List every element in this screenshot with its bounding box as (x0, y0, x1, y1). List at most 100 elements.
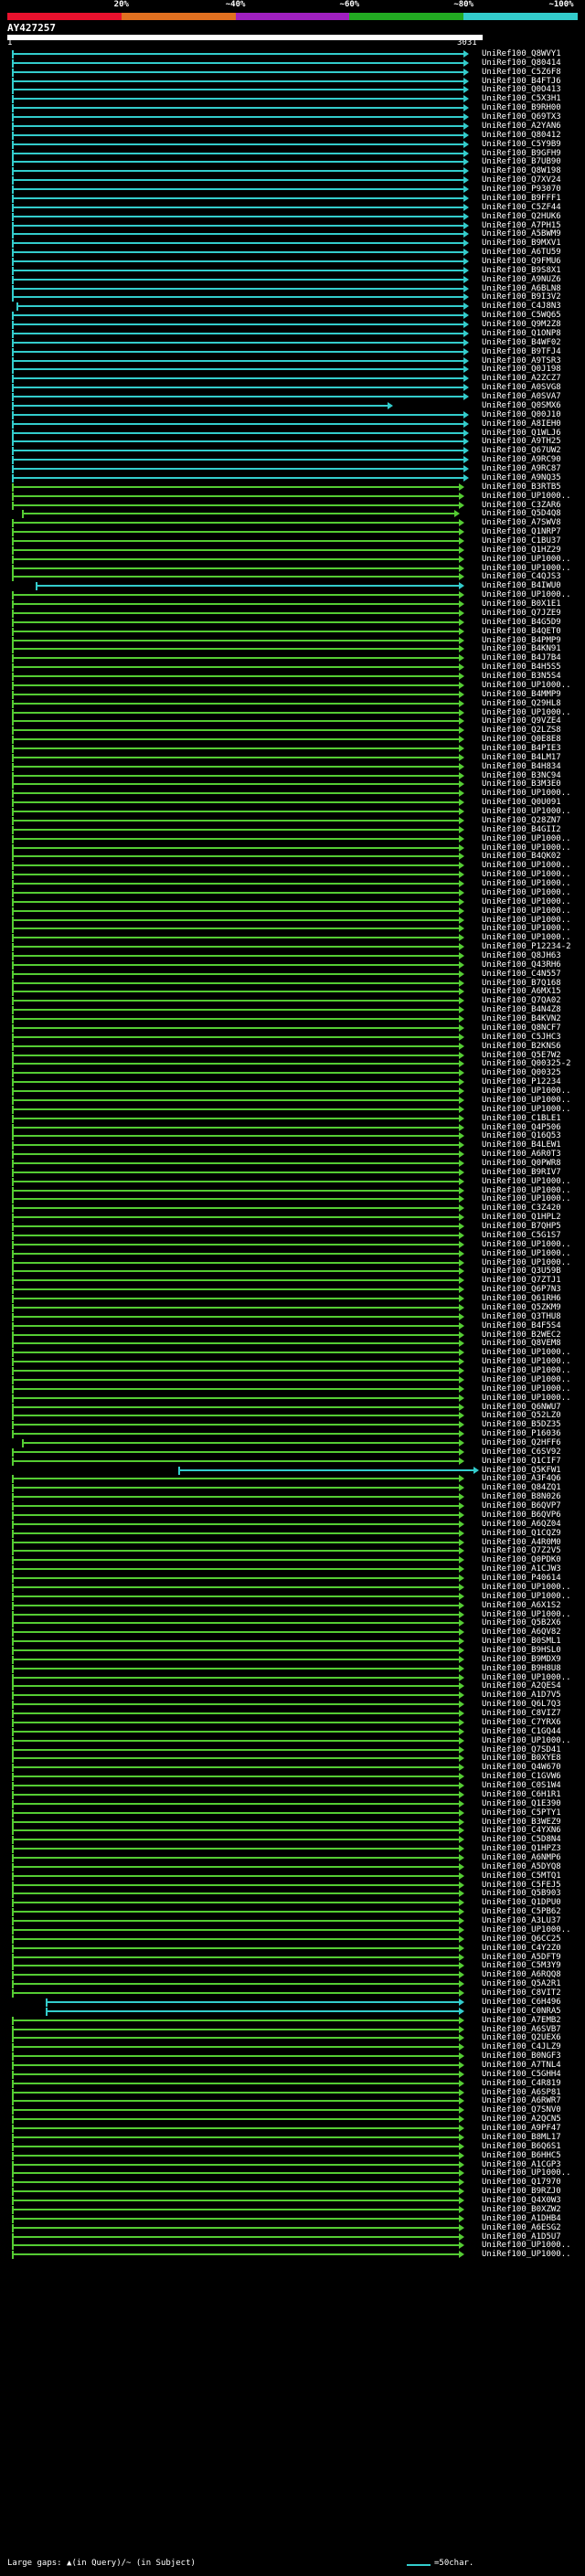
hit-arrow-icon (463, 456, 470, 464)
hit-alignment-line (12, 1739, 459, 1742)
hit-arrow-icon (463, 410, 470, 419)
hit-arrow-icon (459, 1854, 464, 1861)
hit-alignment-line (12, 2181, 459, 2184)
hit-arrow-icon (459, 1430, 464, 1438)
hit-alignment-line (12, 855, 459, 858)
hit-arrow-icon (463, 473, 470, 482)
hit-arrow-icon (459, 862, 464, 870)
hit-alignment-line (12, 963, 459, 966)
hit-arrow-icon (459, 681, 464, 689)
hit-arrow-icon (463, 230, 470, 239)
hit-alignment-line (12, 711, 459, 714)
hit-arrow-icon (459, 600, 464, 609)
hit-arrow-icon (459, 645, 464, 653)
hit-alignment-line (12, 1207, 459, 1210)
hit-arrow-icon (459, 1096, 464, 1104)
hit-arrow-icon (459, 888, 464, 896)
hit-arrow-icon (459, 2070, 464, 2078)
hit-alignment-line (12, 1279, 459, 1282)
hit-alignment-line (12, 1162, 459, 1164)
hit-alignment-line (12, 89, 464, 91)
hit-arrow-icon (459, 1727, 464, 1735)
hit-alignment-line (12, 2172, 459, 2175)
hit-alignment-line (12, 1559, 459, 1562)
hit-alignment-line (12, 1171, 459, 1173)
hit-alignment-line (12, 1189, 459, 1192)
hit-arrow-icon (459, 591, 464, 599)
hit-arrow-icon (459, 1060, 464, 1068)
hit-alignment-line (12, 594, 459, 597)
hit-arrow-icon (459, 1105, 464, 1113)
hit-arrow-icon (459, 1340, 464, 1348)
hit-arrow-icon (463, 140, 470, 148)
hit-row[interactable]: UniRef100_UP1000.. (0, 2250, 585, 2260)
hit-arrow-icon (459, 2088, 464, 2096)
hit-arrow-icon (459, 753, 464, 761)
hit-alignment-line (12, 874, 459, 876)
hit-arrow-icon (459, 1736, 464, 1744)
hit-alignment-line (12, 1522, 459, 1525)
hit-arrow-icon (459, 1935, 464, 1943)
hit-alignment-line (12, 1342, 459, 1345)
hit-arrow-icon (463, 275, 470, 283)
hit-alignment-line (12, 1505, 459, 1508)
hit-alignment-line (12, 539, 459, 542)
hit-alignment-line (12, 1757, 459, 1760)
hit-alignment-line (12, 404, 388, 407)
hit-arrow-icon (459, 1628, 464, 1637)
hit-arrow-icon (463, 50, 470, 58)
hit-alignment-line (12, 1433, 459, 1436)
hit-arrow-icon (459, 1312, 464, 1320)
hit-arrow-icon (459, 1123, 464, 1131)
hit-alignment-line (12, 450, 464, 452)
hit-arrow-icon (459, 2016, 464, 2024)
scale-segment (235, 13, 350, 20)
hit-arrow-icon (459, 1971, 464, 1979)
hit-alignment-line (12, 1829, 459, 1832)
hit-arrow-icon (459, 1574, 464, 1583)
hit-alignment-line (12, 323, 464, 326)
hit-arrow-icon (459, 1592, 464, 1600)
hit-arrow-icon (459, 2223, 464, 2231)
hit-arrow-icon (459, 2052, 464, 2061)
hit-arrow-icon (459, 1240, 464, 1248)
hit-alignment-line (12, 1450, 459, 1453)
hit-alignment-line (12, 152, 464, 154)
hit-arrow-icon (459, 1295, 464, 1303)
hit-arrow-icon (459, 2043, 464, 2051)
hit-arrow-icon (459, 1881, 464, 1889)
hit-arrow-icon (459, 744, 464, 752)
hit-alignment-line (12, 2235, 459, 2238)
hit-alignment-line (12, 296, 464, 299)
hit-alignment-line (12, 1703, 459, 1706)
hit-alignment-line (12, 883, 459, 885)
hit-arrow-icon (459, 1908, 464, 1916)
hit-alignment-line (12, 476, 464, 479)
hit-arrow-icon (459, 2025, 464, 2033)
hit-arrow-icon (463, 447, 470, 455)
hit-alignment-line (12, 2100, 459, 2103)
hit-alignment-line (12, 2163, 459, 2166)
hit-arrow-icon (459, 636, 464, 644)
hit-label[interactable]: UniRef100_UP1000.. (482, 2250, 571, 2260)
hit-alignment-line (12, 1352, 459, 1354)
hit-alignment-line (12, 576, 459, 578)
hit-alignment-line (12, 693, 459, 695)
hit-arrow-icon (463, 68, 470, 76)
hit-arrow-icon (459, 1818, 464, 1826)
hit-arrow-icon (459, 1565, 464, 1574)
hit-arrow-icon (459, 1998, 464, 2006)
hit-arrow-icon (459, 1223, 464, 1231)
hit-arrow-icon (459, 1989, 464, 1998)
hit-alignment-line (12, 1487, 459, 1489)
hit-arrow-icon (459, 1006, 464, 1014)
hit-arrow-icon (459, 1177, 464, 1185)
hit-alignment-line (12, 242, 464, 245)
hit-alignment-line (12, 1081, 459, 1084)
hit-arrow-icon (459, 2097, 464, 2105)
hit-alignment-line (12, 900, 459, 903)
hit-arrow-icon (459, 2151, 464, 2159)
hit-alignment-line (12, 1153, 459, 1156)
hit-arrow-icon (459, 1384, 464, 1393)
hit-alignment-line (12, 368, 464, 371)
